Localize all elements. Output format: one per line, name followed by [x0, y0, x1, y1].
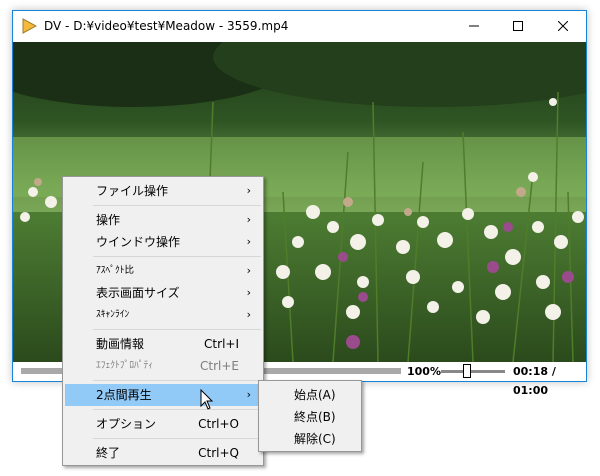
menu-separator — [93, 329, 261, 330]
shortcut-text: Ctrl+E — [200, 359, 239, 373]
shortcut-text: Ctrl+Q — [198, 446, 239, 460]
menu-separator — [93, 380, 261, 381]
close-icon — [558, 21, 568, 31]
volume-slider-track[interactable] — [441, 370, 505, 373]
menu-item-options[interactable]: オプション Ctrl+O — [65, 413, 261, 435]
menu-separator — [93, 438, 261, 439]
window-title: DV - D:¥video¥test¥Meadow - 3559.mp4 — [44, 19, 289, 33]
maximize-icon — [513, 21, 523, 31]
menu-item-display-size[interactable]: 表示画面サイズ › — [65, 282, 261, 304]
menu-separator — [93, 409, 261, 410]
title-bar[interactable]: DV - D:¥video¥test¥Meadow - 3559.mp4 — [13, 11, 586, 41]
mouse-cursor-icon — [200, 389, 214, 410]
menu-item-exit[interactable]: 終了 Ctrl+Q — [65, 442, 261, 464]
submenu-item-clear[interactable]: 解除(C) — [261, 428, 359, 450]
volume-slider-thumb[interactable] — [463, 364, 471, 378]
shortcut-text: Ctrl+O — [198, 417, 239, 431]
menu-separator — [93, 256, 261, 257]
close-button[interactable] — [540, 11, 586, 41]
maximize-button[interactable] — [495, 11, 541, 41]
submenu-ab-repeat: 始点(A) 終点(B) 解除(C) — [258, 380, 362, 452]
menu-item-video-info[interactable]: 動画情報 Ctrl+I — [65, 333, 261, 355]
submenu-item-start-point[interactable]: 始点(A) — [261, 384, 359, 406]
menu-item-operations[interactable]: 操作 › — [65, 209, 261, 231]
menu-item-scanline[interactable]: ｽｷｬﾝﾗｲﾝ › — [65, 304, 261, 326]
app-play-icon — [22, 18, 37, 34]
menu-item-effect-properties: ｴﾌｪｸﾄﾌﾟﾛﾊﾟﾃｨ Ctrl+E — [65, 355, 261, 377]
menu-item-aspect-ratio[interactable]: ｱｽﾍﾟｸﾄ比 › — [65, 260, 261, 282]
menu-item-ab-repeat[interactable]: 2点間再生 › — [65, 384, 261, 406]
submenu-item-end-point[interactable]: 終点(B) — [261, 406, 359, 428]
minimize-icon — [469, 25, 479, 27]
chevron-right-icon: › — [246, 264, 251, 277]
zoom-level: 100% — [407, 365, 441, 378]
menu-item-window-operations[interactable]: ウインドウ操作 › — [65, 231, 261, 253]
menu-separator — [93, 205, 261, 206]
shortcut-text: Ctrl+I — [204, 337, 239, 351]
time-display: 00:18 / 01:00 — [513, 365, 556, 397]
chevron-right-icon: › — [246, 388, 251, 401]
chevron-right-icon: › — [246, 235, 251, 248]
chevron-right-icon: › — [246, 213, 251, 226]
chevron-right-icon: › — [246, 308, 251, 321]
context-menu: ファイル操作 › 操作 › ウインドウ操作 › ｱｽﾍﾟｸﾄ比 › 表示画面サイ… — [62, 176, 264, 466]
chevron-right-icon: › — [246, 286, 251, 299]
minimize-button[interactable] — [451, 11, 497, 41]
menu-item-file-operations[interactable]: ファイル操作 › — [65, 180, 261, 202]
chevron-right-icon: › — [246, 184, 251, 197]
